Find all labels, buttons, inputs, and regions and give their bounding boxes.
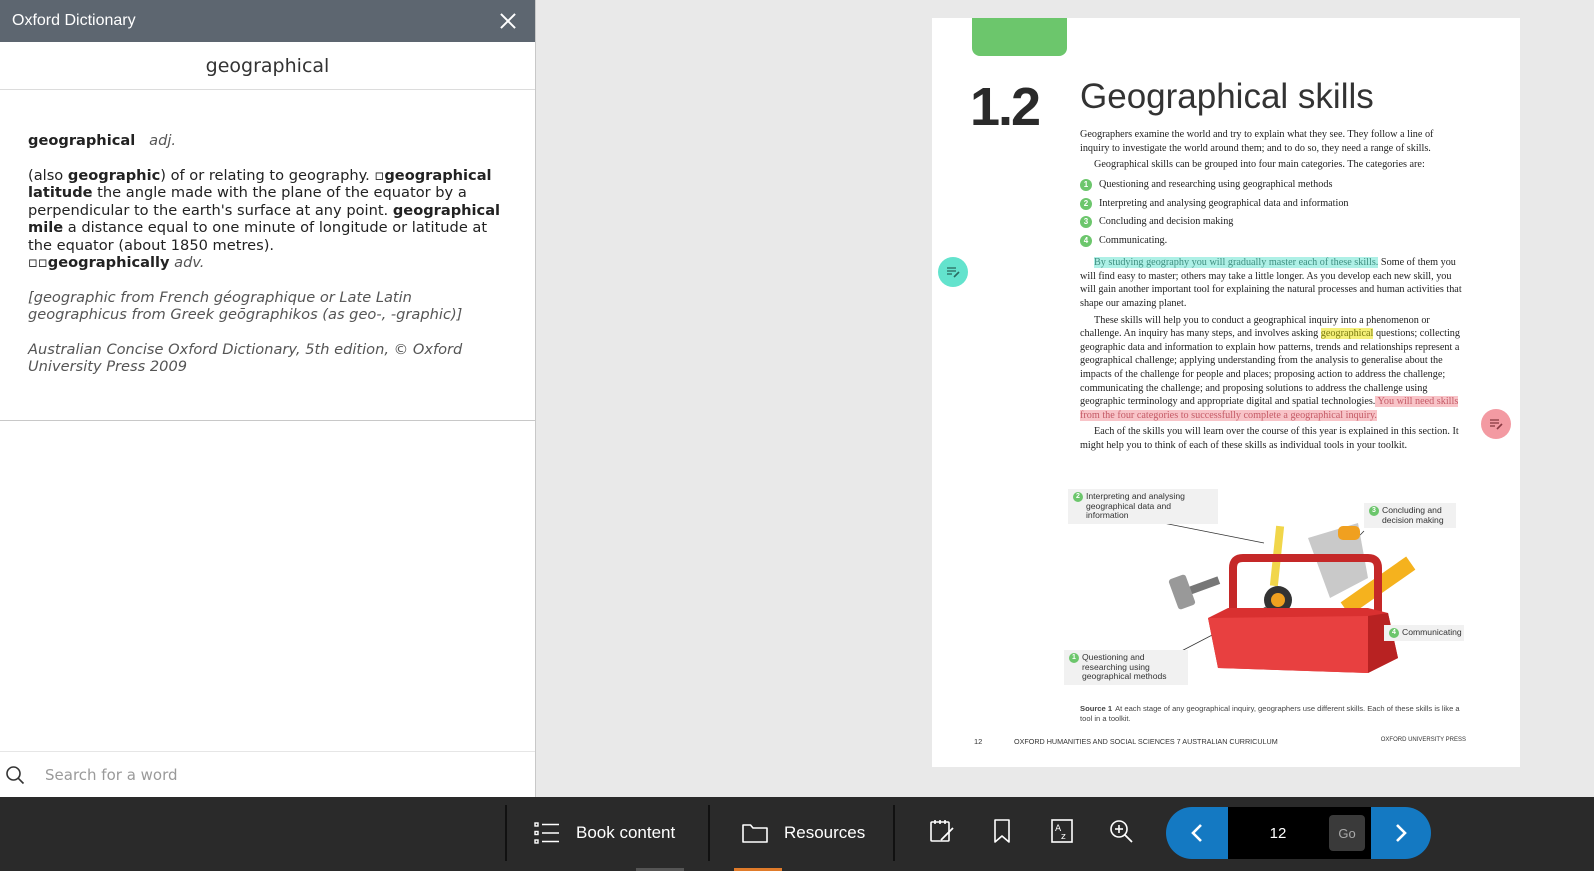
callout-1: 1 Questioning and researching using geogr… xyxy=(1064,650,1188,685)
entry-also-word: geographic xyxy=(67,166,161,184)
resources-button[interactable]: Resources xyxy=(742,805,865,861)
folder-icon xyxy=(742,824,768,843)
entry-pos: adj. xyxy=(149,132,177,149)
callout-text: Concluding and decision making xyxy=(1382,505,1444,525)
entry-definition: (also geographic) of or relating to geog… xyxy=(28,167,507,272)
footer-title: OXFORD HUMANITIES AND SOCIAL SCIENCES 7 … xyxy=(1014,737,1278,746)
number-badge: 4 xyxy=(1389,628,1399,638)
resources-label: Resources xyxy=(784,823,866,842)
number-badge: 1 xyxy=(1080,179,1092,192)
teal-highlight[interactable]: By studying geography you will gradually… xyxy=(1094,257,1379,269)
categories-lead: Geographical skills can be grouped into … xyxy=(1094,159,1425,171)
list-item: 2 Interpreting and analysing geographical… xyxy=(1080,194,1464,213)
dictionary-search-bar xyxy=(0,751,535,797)
skill-label: Questioning and researching using geogra… xyxy=(1099,179,1333,191)
dictionary-header: Oxford Dictionary xyxy=(0,0,535,42)
book-page: 1.2 Geographical skills Geographers exam… xyxy=(932,18,1520,767)
sub1-marker: ▫ xyxy=(374,166,385,184)
callout-text: Communicating xyxy=(1402,627,1462,637)
page-navigator: Go xyxy=(1228,807,1371,859)
paragraph-5: Each of the skills you will learn over t… xyxy=(1080,426,1459,451)
number-badge: 4 xyxy=(1080,234,1092,247)
section-number: 1.2 xyxy=(970,77,1041,137)
callout-text: Questioning and researching using geogra… xyxy=(1082,652,1167,682)
list-item: 4 Communicating. xyxy=(1080,232,1464,251)
entry-also-prefix: (also xyxy=(28,166,68,184)
dictionary-word: geographical xyxy=(0,42,535,90)
list-icon xyxy=(534,822,559,844)
toolbar-divider xyxy=(505,805,507,861)
page-number-input[interactable] xyxy=(1228,807,1328,859)
dictionary-panel: Oxford Dictionary geographical geographi… xyxy=(0,0,536,797)
paragraph-4: These skills will help you to conduct a … xyxy=(1080,314,1464,423)
close-icon[interactable] xyxy=(499,12,517,30)
callout-4: 4 Communicating xyxy=(1384,625,1464,641)
entry-etymology: [geographic from French géographique or … xyxy=(28,288,463,324)
entry-headword: geographical xyxy=(28,132,136,149)
dictionary-entry: geographical adj. (also geographic) of o… xyxy=(0,90,535,421)
number-badge: 3 xyxy=(1369,506,1379,516)
number-badge: 3 xyxy=(1080,216,1092,229)
chevron-left-icon xyxy=(1191,824,1202,842)
svg-text:z: z xyxy=(1061,832,1066,842)
sub2-def: a distance equal to one minute of longit… xyxy=(28,219,488,254)
dictionary-title: Oxford Dictionary xyxy=(12,12,136,29)
zoom-in-icon[interactable] xyxy=(1106,816,1136,846)
section-tab xyxy=(972,18,1067,56)
toolbar-divider xyxy=(893,805,895,861)
notes-icon[interactable] xyxy=(927,816,957,846)
number-badge: 2 xyxy=(1073,492,1083,502)
intro-paragraph: Geographers examine the world and try to… xyxy=(1080,129,1434,154)
number-badge: 2 xyxy=(1080,197,1092,210)
toolbar-divider xyxy=(708,805,710,861)
next-page-button[interactable] xyxy=(1371,807,1431,859)
callout-2: 2 Interpreting and analysing geographical… xyxy=(1068,489,1218,524)
footer-publisher: OXFORD UNIVERSITY PRESS xyxy=(1380,737,1466,743)
caption-label: Source 1 xyxy=(1080,704,1113,713)
callout-3: 3 Concluding and decision making xyxy=(1364,503,1456,529)
search-input[interactable] xyxy=(45,765,485,784)
entry-def-start: ) of or relating to geography. xyxy=(160,166,375,184)
list-item: 3 Concluding and decision making xyxy=(1080,213,1464,232)
note-icon[interactable] xyxy=(1481,409,1511,439)
skill-label: Interpreting and analysing geographical … xyxy=(1099,197,1349,209)
yellow-highlight[interactable]: geographical xyxy=(1320,328,1374,340)
footer-page-number: 12 xyxy=(974,737,983,746)
callout-text: Interpreting and analysing geographical … xyxy=(1086,491,1185,521)
deriv-term: geographically xyxy=(47,254,170,271)
caption-text: At each stage of any geographical inquir… xyxy=(1080,704,1460,723)
bottom-toolbar: Book content Resources Az Go xyxy=(0,797,1594,871)
entry-source: Australian Concise Oxford Dictionary, 5t… xyxy=(28,340,463,376)
body-text: Geographers examine the world and try to… xyxy=(1080,128,1464,455)
search-icon xyxy=(6,765,25,784)
paragraph-3: By studying geography you will gradually… xyxy=(1080,256,1464,310)
bookmark-icon[interactable] xyxy=(987,816,1017,846)
skill-label: Communicating. xyxy=(1099,235,1168,247)
number-badge: 1 xyxy=(1069,653,1079,663)
glossary-icon[interactable]: Az xyxy=(1047,816,1077,846)
list-item: 1 Questioning and researching using geogr… xyxy=(1080,176,1464,195)
figure-caption: Source 1 At each stage of any geographica… xyxy=(1080,704,1464,724)
note-icon[interactable] xyxy=(938,257,968,287)
skill-list: 1 Questioning and researching using geogr… xyxy=(1080,176,1464,250)
entry-headline: geographical adj. xyxy=(28,132,507,150)
previous-page-button[interactable] xyxy=(1166,807,1228,859)
skill-label: Concluding and decision making xyxy=(1099,216,1234,228)
chevron-right-icon xyxy=(1396,824,1407,842)
book-content-button[interactable]: Book content xyxy=(534,805,675,861)
section-title: Geographical skills xyxy=(1080,77,1374,116)
deriv-pos: adv. xyxy=(174,254,205,271)
go-button[interactable]: Go xyxy=(1329,815,1365,851)
book-content-label: Book content xyxy=(576,823,676,842)
deriv-marker: ▫▫ xyxy=(28,254,48,271)
